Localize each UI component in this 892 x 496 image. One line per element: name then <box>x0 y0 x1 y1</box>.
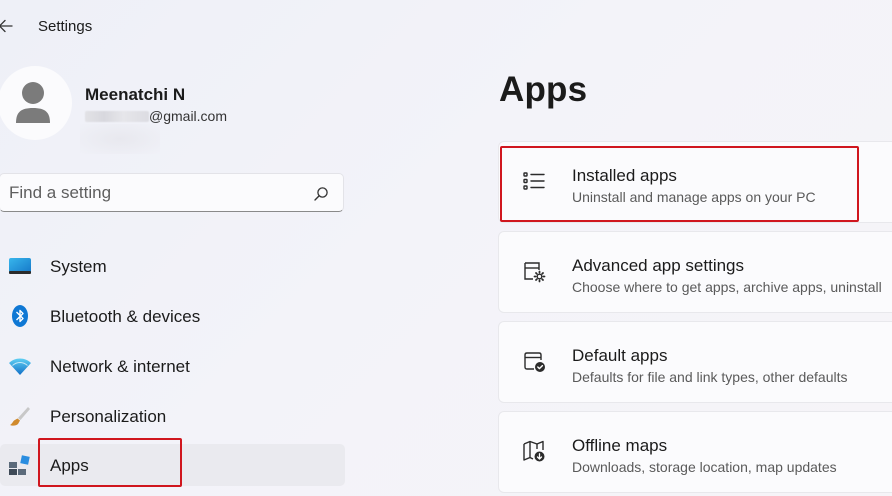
sidebar-item-network[interactable]: Network & internet <box>0 345 345 387</box>
search-icon[interactable] <box>313 186 329 202</box>
sidebar-item-bluetooth[interactable]: Bluetooth & devices <box>0 295 345 337</box>
avatar[interactable] <box>0 66 72 140</box>
redaction-smudge <box>80 124 160 154</box>
search-box[interactable] <box>0 173 344 212</box>
back-arrow-icon <box>0 19 13 33</box>
card-title: Offline maps <box>572 436 668 455</box>
apps-icon <box>9 455 30 475</box>
offline-maps-icon <box>523 440 545 462</box>
card-title: Default apps <box>572 346 668 365</box>
back-button[interactable] <box>0 15 18 37</box>
user-name: Meenatchi N <box>85 85 186 104</box>
sidebar-item-label: Network & internet <box>50 357 190 376</box>
brush-icon <box>10 407 30 426</box>
sidebar-item-label: Personalization <box>50 407 167 426</box>
email-redaction <box>85 111 149 122</box>
highlight-box-apps <box>38 438 182 487</box>
card-title: Advanced app settings <box>572 256 745 275</box>
sidebar-item-personalization[interactable]: Personalization <box>0 395 345 437</box>
email-domain: @gmail.com <box>149 108 228 124</box>
bluetooth-icon <box>12 305 28 327</box>
user-email: @gmail.com <box>85 108 227 124</box>
highlight-box-installed-apps <box>500 146 859 222</box>
title-bar: Settings <box>0 0 892 52</box>
card-description: Downloads, storage location, map updates <box>572 459 837 475</box>
card-description: Choose where to get apps, archive apps, … <box>572 279 882 295</box>
sidebar-item-label: System <box>50 257 107 276</box>
wifi-icon <box>9 358 31 375</box>
sidebar-item-label: Bluetooth & devices <box>50 307 201 326</box>
system-icon <box>9 258 31 274</box>
search-input[interactable] <box>9 182 299 204</box>
advanced-app-settings-icon <box>524 262 546 283</box>
card-advanced-app-settings[interactable]: Advanced app settings Choose where to ge… <box>498 231 892 313</box>
app-title: Settings <box>38 18 93 35</box>
person-icon <box>16 82 50 123</box>
default-apps-icon <box>524 352 545 372</box>
card-offline-maps[interactable]: Offline maps Downloads, storage location… <box>498 411 892 493</box>
card-description: Defaults for file and link types, other … <box>572 369 848 385</box>
page-title: Apps <box>499 70 588 109</box>
card-default-apps[interactable]: Default apps Defaults for file and link … <box>498 321 892 403</box>
sidebar-item-system[interactable]: System <box>0 245 345 287</box>
